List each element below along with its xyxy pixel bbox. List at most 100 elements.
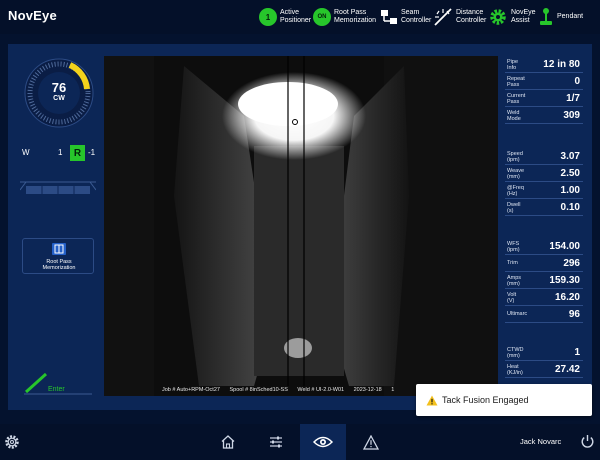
- sliders-icon: [270, 436, 282, 448]
- data-row: Pipe Info 12 in 80: [505, 56, 583, 73]
- camera-info-overlay: Job # Auto+RPM-Oct27 Spool # 8inSched10-…: [162, 387, 402, 393]
- settings-gear-icon[interactable]: [4, 434, 20, 450]
- seam-controller-icon: [381, 10, 397, 24]
- data-value: 296: [563, 258, 580, 269]
- power-icon[interactable]: [580, 434, 595, 449]
- data-value: 27.42: [554, 364, 580, 375]
- data-row: Speed (ipm) 3.07: [505, 148, 583, 165]
- active-positioner-button[interactable]: 1 Active Positioner: [259, 4, 311, 30]
- data-row: @Freq (Hz) 1.00: [505, 182, 583, 199]
- data-row: Trim 296: [505, 255, 583, 272]
- root-pass-memorization-card[interactable]: Root Pass Memorization: [22, 238, 94, 274]
- data-label: Current Pass: [507, 93, 526, 105]
- app-title: NovEye: [8, 8, 57, 23]
- top-bar: NovEye 1 Active Positioner ON Root Pass …: [0, 0, 600, 34]
- data-value: 3.07: [560, 151, 580, 162]
- data-label: CTWD (mm): [507, 347, 524, 359]
- data-label: @Freq (Hz): [507, 185, 524, 197]
- data-label: Repeat Pass: [507, 76, 525, 88]
- warning-icon: [426, 395, 438, 406]
- data-value: 0: [574, 76, 580, 87]
- data-value: 1: [574, 347, 580, 358]
- toast-message: Tack Fusion Engaged: [442, 395, 529, 405]
- root-pass-icon: [52, 243, 66, 255]
- data-row: Volt (V) 16.20: [505, 289, 583, 306]
- data-row: Weld Mode 309: [505, 107, 583, 124]
- data-row: CTWD (mm) 1: [505, 344, 583, 361]
- data-row: Dwell (s) 0.10: [505, 199, 583, 216]
- noveye-assist-button[interactable]: NovEye Assist: [488, 4, 536, 30]
- data-value: 96: [568, 309, 580, 320]
- joystick-icon: [540, 8, 552, 25]
- data-value: 2.50: [560, 168, 580, 179]
- tab-alerts[interactable]: [348, 424, 394, 460]
- user-name: Jack Novarc: [520, 437, 562, 446]
- seam-controller-button[interactable]: Seam Controller: [380, 4, 431, 30]
- gear-w[interactable]: W: [22, 148, 30, 157]
- home-icon: [221, 435, 235, 449]
- active-positioner-label: Active Positioner: [280, 9, 312, 24]
- weld-number: Weld # UI-2.0-W01: [297, 387, 345, 393]
- data-row: Heat (KJ/in) 27.42: [505, 361, 583, 378]
- data-label: Dwell (s): [507, 202, 521, 214]
- root-pass-memorization-button[interactable]: ON Root Pass Memorization: [313, 4, 376, 30]
- eye-icon: [313, 436, 333, 448]
- data-group-heat: CTWD (mm) 1 Heat (KJ/in) 27.42: [505, 344, 583, 378]
- data-value: 309: [563, 110, 580, 121]
- job-number: Job # Auto+RPM-Oct27: [162, 387, 220, 393]
- data-row: Repeat Pass 0: [505, 73, 583, 90]
- data-row: Ultimarc 96: [505, 306, 583, 323]
- root-pass-memorization-label: Root Pass Memorization: [334, 9, 377, 24]
- root-pass-card-label: Root Pass Memorization: [42, 259, 76, 271]
- root-pass-on-badge: ON: [313, 8, 331, 26]
- toast-notification[interactable]: Tack Fusion Engaged: [416, 384, 592, 416]
- camera-feed[interactable]: Job # Auto+RPM-Oct27 Spool # 8inSched10-…: [104, 56, 498, 396]
- gear-selector[interactable]: W 1 R -1 N: [20, 145, 112, 161]
- data-label: Amps (mm): [507, 275, 522, 287]
- data-row: Weave (mm) 2.50: [505, 165, 583, 182]
- gauge-value: 76: [51, 80, 67, 95]
- data-value: 1.00: [560, 185, 580, 196]
- gauge-unit: CW: [53, 95, 65, 102]
- noveye-assist-label: NovEye Assist: [511, 9, 536, 24]
- distance-controller-button[interactable]: Distance Controller: [433, 4, 486, 30]
- data-label: WFS (ipm): [507, 241, 520, 253]
- seam-controller-label: Seam Controller: [401, 9, 432, 24]
- weld-camera-image: [104, 56, 498, 396]
- data-group-motion: Speed (ipm) 3.07 Weave (mm) 2.50 @Freq (…: [505, 148, 583, 216]
- level-indicator: [20, 181, 96, 194]
- data-label: Volt (V): [507, 292, 517, 304]
- pendant-button[interactable]: Pendant: [538, 4, 583, 30]
- overlay-extra: 1: [391, 387, 395, 393]
- data-value: 16.20: [554, 292, 580, 303]
- gear-icon: [490, 9, 506, 25]
- data-label: Trim: [507, 260, 518, 266]
- data-label: Ultimarc: [507, 311, 528, 317]
- tab-home[interactable]: [205, 424, 251, 460]
- tab-settings[interactable]: [253, 424, 299, 460]
- data-row: Amps (mm) 159.30: [505, 272, 583, 289]
- alert-triangle-icon: [363, 434, 379, 450]
- data-group-pipe: Pipe Info 12 in 80 Repeat Pass 0 Current…: [505, 56, 583, 124]
- data-label: Pipe Info: [507, 59, 519, 71]
- gear-r-selected[interactable]: R: [70, 145, 85, 161]
- data-label: Weave (mm): [507, 168, 525, 180]
- data-value: 0.10: [560, 202, 580, 213]
- data-group-power: WFS (ipm) 154.00 Trim 296 Amps (mm) 159.…: [505, 238, 583, 323]
- data-value: 154.00: [549, 241, 580, 252]
- tab-view[interactable]: [300, 424, 346, 460]
- gear-neg1[interactable]: -1: [88, 148, 95, 157]
- data-value: 159.30: [549, 275, 580, 286]
- active-positioner-badge: 1: [259, 8, 277, 26]
- data-value: 12 in 80: [543, 59, 580, 70]
- data-label: Heat (KJ/in): [507, 364, 523, 376]
- distance-controller-label: Distance Controller: [456, 9, 487, 24]
- spool-number: Spool # 8inSched10-SS: [229, 387, 288, 393]
- date-stamp: 2023-12-18: [353, 387, 382, 393]
- data-label: Speed (ipm): [507, 151, 523, 163]
- distance-controller-icon: [434, 8, 452, 26]
- enter-label[interactable]: Enter: [48, 386, 65, 393]
- gear-1[interactable]: 1: [58, 148, 62, 157]
- data-row: WFS (ipm) 154.00: [505, 238, 583, 255]
- pendant-label: Pendant: [557, 13, 584, 20]
